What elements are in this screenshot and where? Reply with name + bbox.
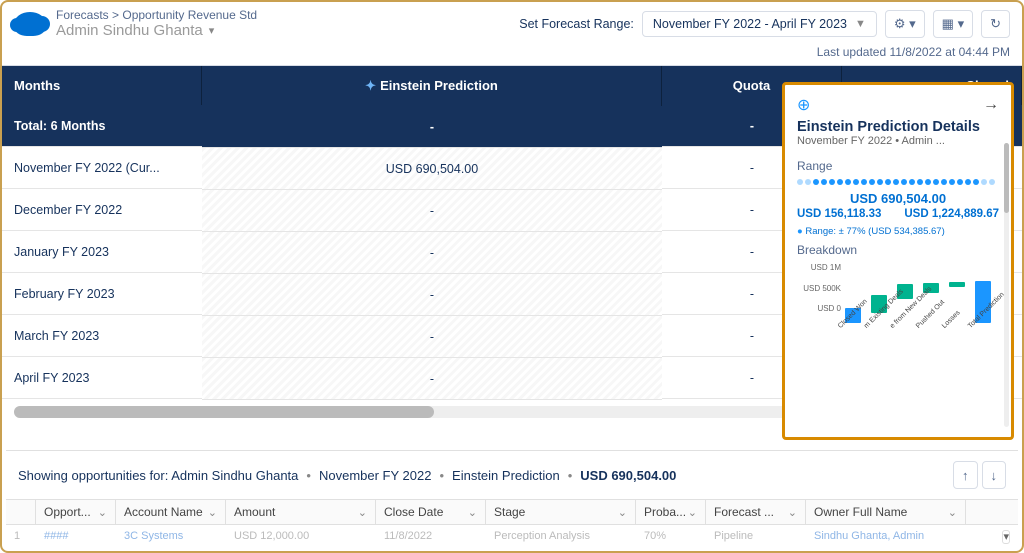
column-header[interactable]: Forecast ...⌄: [706, 499, 806, 525]
panel-subtitle: November FY 2022 • Admin ...: [797, 135, 999, 147]
row-number-header: [6, 499, 36, 525]
month-cell[interactable]: November FY 2022 (Cur...: [2, 147, 202, 189]
last-updated-text: Last updated 11/8/2022 at 04:44 PM: [2, 45, 1022, 65]
column-header[interactable]: Stage⌄: [486, 499, 636, 525]
range-low: USD 156,118.33: [797, 208, 881, 220]
month-cell[interactable]: December FY 2022: [2, 189, 202, 231]
prediction-value: USD 690,504.00: [797, 191, 999, 206]
owner-name-dropdown[interactable]: Admin Sindhu Ghanta▾: [56, 22, 257, 39]
month-cell[interactable]: March FY 2023: [2, 315, 202, 357]
range-dot-scale: [797, 179, 999, 185]
column-header[interactable]: Proba...⌄: [636, 499, 706, 525]
range-high: USD 1,224,889.67: [904, 208, 999, 220]
forecast-range-label: Set Forecast Range:: [519, 17, 634, 31]
panel-title: Einstein Prediction Details: [797, 119, 999, 135]
opportunity-row[interactable]: 1 #### 3C Systems USD 12,000.00 11/8/202…: [6, 526, 1018, 547]
panel-scrollbar[interactable]: [1004, 143, 1009, 427]
total-label: Total: 6 Months: [2, 105, 202, 147]
opportunity-filter-summary: Showing opportunities for: Admin Sindhu …: [6, 450, 1018, 499]
row-actions-button[interactable]: ▾: [1002, 530, 1010, 544]
app-icon: [14, 12, 46, 36]
einstein-icon: ⊕: [797, 95, 810, 115]
column-header-einstein[interactable]: ✦Einstein Prediction: [202, 66, 662, 106]
opportunity-grid-header: Opport...⌄ Account Name⌄ Amount⌄ Close D…: [6, 499, 1018, 525]
breadcrumb: Forecasts > Opportunity Revenue Std: [56, 8, 257, 22]
column-header[interactable]: Account Name⌄: [116, 499, 226, 525]
expand-arrow-icon[interactable]: →: [983, 96, 999, 114]
range-note: Range: ± 77% (USD 534,385.67): [797, 226, 999, 237]
chevron-down-icon: ▼: [855, 18, 866, 30]
einstein-prediction-panel: ⊕ → Einstein Prediction Details November…: [782, 82, 1014, 440]
next-button[interactable]: ↓: [982, 461, 1007, 489]
month-cell[interactable]: February FY 2023: [2, 273, 202, 315]
month-cell[interactable]: April FY 2023: [2, 357, 202, 399]
forecast-range-select[interactable]: November FY 2022 - April FY 2023 ▼: [642, 11, 877, 37]
total-einstein: -: [202, 106, 662, 148]
month-cell[interactable]: January FY 2023: [2, 231, 202, 273]
settings-button[interactable]: ⚙ ▾: [885, 10, 925, 38]
refresh-button[interactable]: ↻: [981, 10, 1010, 38]
column-header[interactable]: Opport...⌄: [36, 499, 116, 525]
column-header[interactable]: Owner Full Name⌄: [806, 499, 966, 525]
column-header-months[interactable]: Months: [2, 66, 202, 105]
column-header[interactable]: Amount⌄: [226, 499, 376, 525]
range-heading: Range: [797, 159, 999, 173]
prev-button[interactable]: ↑: [953, 461, 978, 489]
column-header[interactable]: Close Date⌄: [376, 499, 486, 525]
einstein-icon: ✦: [365, 78, 376, 93]
view-toggle-button[interactable]: ▦ ▾: [933, 10, 973, 38]
breakdown-heading: Breakdown: [797, 243, 999, 257]
chevron-down-icon: ▾: [209, 24, 215, 37]
